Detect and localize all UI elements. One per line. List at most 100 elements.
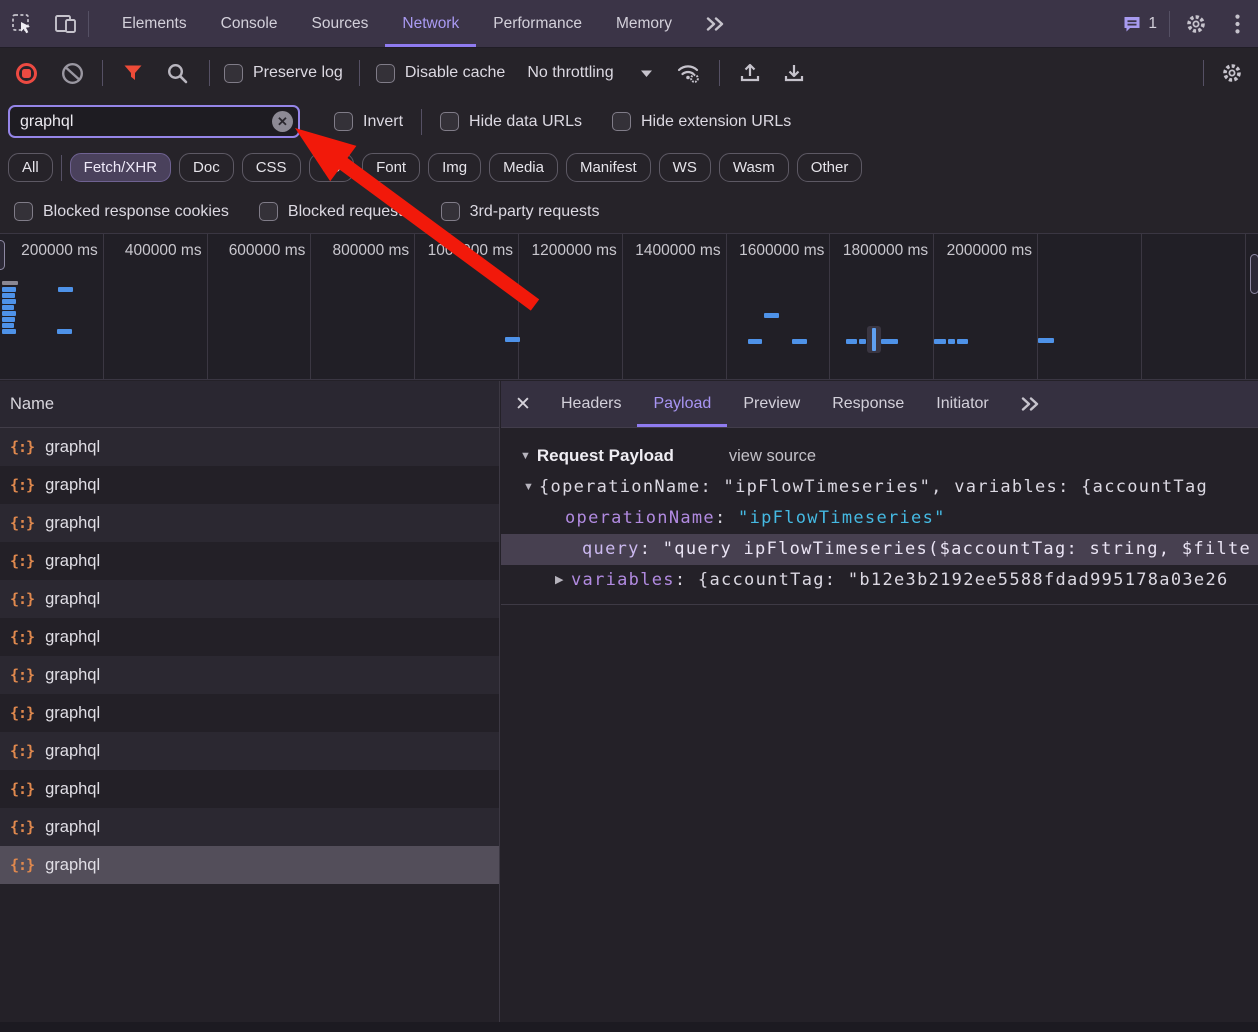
payload-tree-row[interactable]: ▼{operationName: "ipFlowTimeseries", var… <box>501 472 1258 503</box>
network-conditions-icon[interactable] <box>671 55 707 91</box>
tab-sources[interactable]: Sources <box>295 0 386 47</box>
preserve-log-checkbox[interactable]: Preserve log <box>224 64 343 83</box>
collapsed-triangle-icon[interactable]: ▶ <box>555 565 563 596</box>
inspect-element-icon[interactable] <box>0 0 44 47</box>
request-row[interactable]: {:}graphql <box>0 732 499 770</box>
detail-more-tabs-chevron-icon[interactable] <box>1005 381 1056 427</box>
filter-input[interactable] <box>8 105 300 138</box>
checkbox[interactable] <box>440 112 459 131</box>
tab-memory[interactable]: Memory <box>599 0 689 47</box>
detail-tabbar: ✕ HeadersPayloadPreviewResponseInitiator <box>501 381 1258 428</box>
blocked-response-cookies-checkbox[interactable]: Blocked response cookies <box>14 202 229 221</box>
tab-network[interactable]: Network <box>385 0 476 47</box>
request-name: graphql <box>45 742 100 761</box>
request-row[interactable]: {:}graphql <box>0 656 499 694</box>
filter-chip-font[interactable]: Font <box>362 153 420 182</box>
detail-tab-payload[interactable]: Payload <box>637 381 727 427</box>
request-payload-title: Request Payload <box>537 446 674 466</box>
invert-checkbox[interactable]: Invert <box>334 112 403 131</box>
filter-chip-ws[interactable]: WS <box>659 153 711 182</box>
payload-token: : <box>715 508 738 528</box>
overview-left-handle[interactable] <box>0 240 5 270</box>
request-row[interactable]: {:}graphql <box>0 542 499 580</box>
network-overview-timeline[interactable]: 200000 ms400000 ms600000 ms800000 ms1000… <box>0 233 1258 380</box>
request-row[interactable]: {:}graphql <box>0 580 499 618</box>
view-source-link[interactable]: view source <box>729 447 816 466</box>
checkbox[interactable] <box>259 202 278 221</box>
filter-chip-all[interactable]: All <box>8 153 53 182</box>
timeline-tick-label: 1000000 ms <box>428 242 513 260</box>
payload-tree-row[interactable]: ▶variables: {accountTag: "b12e3b2192ee55… <box>501 565 1258 596</box>
detail-tab-headers[interactable]: Headers <box>545 381 637 427</box>
request-waterfall-bar <box>2 293 15 298</box>
disable-cache-checkbox[interactable]: Disable cache <box>376 64 506 83</box>
clear-network-log-button[interactable] <box>54 55 90 91</box>
timeline-column: 600000 ms <box>208 234 312 379</box>
detail-tab-preview[interactable]: Preview <box>727 381 816 427</box>
request-row[interactable]: {:}graphql <box>0 694 499 732</box>
throttling-dropdown[interactable]: No throttling <box>527 64 652 82</box>
more-tabs-chevron-icon[interactable] <box>689 0 742 47</box>
filter-chip-wasm[interactable]: Wasm <box>719 153 789 182</box>
checkbox[interactable] <box>441 202 460 221</box>
device-toolbar-icon[interactable] <box>44 0 88 47</box>
3rd-party-requests-checkbox[interactable]: 3rd-party requests <box>441 202 600 221</box>
request-name: graphql <box>45 704 100 723</box>
hide-extension-urls-checkbox[interactable]: Hide extension URLs <box>612 112 791 131</box>
checkbox[interactable] <box>14 202 33 221</box>
detail-tab-response[interactable]: Response <box>816 381 920 427</box>
request-row[interactable]: {:}graphql <box>0 618 499 656</box>
filter-chip-other[interactable]: Other <box>797 153 863 182</box>
hide-data-urls-checkbox[interactable]: Hide data URLs <box>440 112 582 131</box>
overview-right-handle[interactable] <box>1250 254 1258 294</box>
checkbox[interactable] <box>334 112 353 131</box>
request-row[interactable]: {:}graphql <box>0 808 499 846</box>
export-har-icon[interactable] <box>776 55 812 91</box>
request-row[interactable]: {:}graphql <box>0 428 499 466</box>
checkbox[interactable] <box>612 112 631 131</box>
tab-console[interactable]: Console <box>204 0 295 47</box>
payload-tree-text: {operationName: "ipFlowTimeseries", vari… <box>539 472 1208 503</box>
filter-chip-doc[interactable]: Doc <box>179 153 234 182</box>
tab-performance[interactable]: Performance <box>476 0 599 47</box>
issues-button[interactable]: 1 <box>1114 14 1165 34</box>
checkbox-label: 3rd-party requests <box>470 203 600 221</box>
request-row[interactable]: {:}graphql <box>0 466 499 504</box>
blocked-requests-checkbox[interactable]: Blocked requests <box>259 202 411 221</box>
kebab-menu-icon[interactable] <box>1222 14 1252 34</box>
expanded-triangle-icon[interactable]: ▼ <box>523 472 534 503</box>
settings-gear-icon[interactable] <box>1174 13 1218 35</box>
request-waterfall-bar <box>2 329 16 334</box>
detail-tab-initiator[interactable]: Initiator <box>920 381 1004 427</box>
request-waterfall-bar <box>2 311 16 316</box>
checkbox[interactable] <box>376 64 395 83</box>
payload-token: {accountTag: "b12e3b2192ee5588fdad995178… <box>698 570 1229 590</box>
filter-chip-manifest[interactable]: Manifest <box>566 153 651 182</box>
request-row[interactable]: {:}graphql <box>0 504 499 542</box>
request-row[interactable]: {:}graphql <box>0 846 499 884</box>
timeline-column: 1800000 ms <box>830 234 934 379</box>
timeline-tick-label: 1800000 ms <box>843 242 928 260</box>
record-network-log-button[interactable] <box>8 55 44 91</box>
search-icon[interactable] <box>159 55 195 91</box>
filter-chip-fetchxhr[interactable]: Fetch/XHR <box>70 153 171 182</box>
filter-chip-media[interactable]: Media <box>489 153 558 182</box>
payload-tree-row[interactable]: operationName: "ipFlowTimeseries" <box>501 503 1258 534</box>
collapse-triangle-icon[interactable]: ▼ <box>520 450 531 462</box>
divider <box>719 60 720 86</box>
issues-bubble-icon <box>1122 14 1142 34</box>
filter-chip-img[interactable]: Img <box>428 153 481 182</box>
filter-chip-css[interactable]: CSS <box>242 153 301 182</box>
clear-filter-icon[interactable]: ✕ <box>272 111 293 132</box>
import-har-icon[interactable] <box>732 55 768 91</box>
filter-funnel-icon[interactable] <box>115 55 151 91</box>
name-column-header[interactable]: Name <box>0 381 499 428</box>
checkbox[interactable] <box>224 64 243 83</box>
request-row[interactable]: {:}graphql <box>0 770 499 808</box>
filter-chip-js[interactable]: JS <box>309 153 355 182</box>
close-detail-icon[interactable]: ✕ <box>501 381 545 427</box>
fetch-xhr-icon: {:} <box>10 438 34 456</box>
payload-tree-row[interactable]: query: "query ipFlowTimeseries($accountT… <box>501 534 1258 565</box>
tab-elements[interactable]: Elements <box>105 0 204 47</box>
panel-settings-gear-icon[interactable] <box>1214 55 1250 91</box>
